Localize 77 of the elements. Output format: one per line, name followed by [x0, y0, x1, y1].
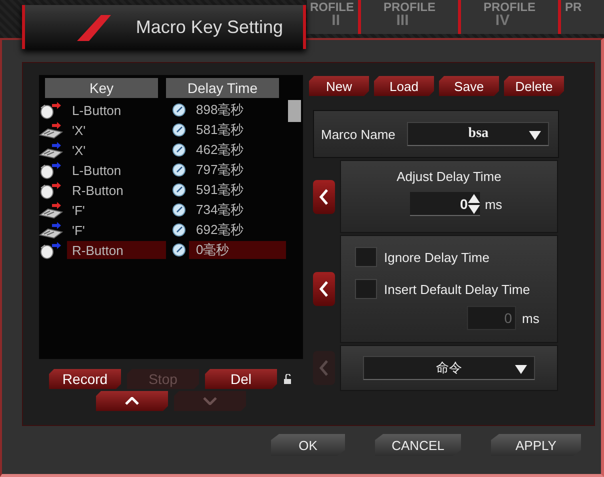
profile-tab-label: PROFILE — [483, 0, 536, 14]
profile-tab-number: IV — [495, 14, 511, 28]
delay-spin-field[interactable]: 0 — [410, 192, 480, 216]
keyboard-icon — [39, 141, 63, 159]
file-button[interactable]: Delete — [504, 76, 564, 96]
delay-cell[interactable]: 462毫秒 — [189, 141, 286, 159]
macro-name-label: Marco Name — [321, 126, 396, 142]
keyboard-icon — [39, 121, 63, 139]
clock-icon — [172, 223, 186, 237]
list-button[interactable]: Del — [205, 369, 277, 389]
profile-tab[interactable]: PROFILE III — [361, 0, 461, 34]
checkbox-label: Ignore Delay Time — [384, 250, 490, 264]
delay-cell[interactable]: 692毫秒 — [189, 221, 286, 239]
key-cell[interactable]: 'X' — [67, 141, 166, 159]
key-cell[interactable]: L-Button — [67, 161, 166, 179]
keyboard-icon — [39, 221, 63, 239]
command-dropdown[interactable]: 命令 — [363, 356, 535, 380]
checkbox[interactable] — [355, 247, 377, 267]
list-button[interactable]: Record — [49, 369, 121, 389]
mouse-icon — [39, 101, 63, 119]
clock-icon — [172, 143, 186, 157]
key-cell[interactable]: 'F' — [67, 221, 166, 239]
delay-cell[interactable]: 898毫秒 — [189, 101, 286, 119]
spin-arrows-icon[interactable] — [468, 192, 480, 214]
delay-cell[interactable]: 734毫秒 — [189, 201, 286, 219]
mouse-icon — [39, 241, 63, 259]
chevron-up-icon — [125, 397, 139, 405]
profile-tab-number: II — [332, 14, 341, 28]
mouse-icon — [39, 161, 63, 179]
clock-icon — [172, 183, 186, 197]
delay-cell[interactable]: 797毫秒 — [189, 161, 286, 179]
unit-label: ms — [522, 310, 540, 326]
unit-label: ms — [484, 196, 502, 212]
dialog-button[interactable]: OK — [271, 434, 345, 456]
key-cell[interactable]: L-Button — [67, 101, 166, 119]
caret-icon — [515, 365, 527, 374]
window-title: Macro Key Setting — [136, 16, 283, 38]
slash-icon — [75, 15, 111, 41]
column-header: Delay Time — [166, 78, 279, 98]
keyboard-icon — [39, 201, 63, 219]
apply-arrow-button[interactable] — [313, 272, 335, 306]
checkbox[interactable] — [355, 279, 377, 299]
clock-icon — [172, 203, 186, 217]
profile-tab-label: PROFILE — [383, 0, 436, 14]
adjust-delay-label: Adjust Delay Time — [396, 169, 502, 184]
dialog-button[interactable]: CANCEL — [375, 434, 461, 456]
scroll-thumb[interactable] — [288, 100, 301, 122]
apply-arrow-button[interactable] — [313, 180, 335, 214]
key-cell[interactable]: R-Button — [67, 241, 166, 259]
file-button[interactable]: Load — [374, 76, 434, 96]
macro-name-dropdown[interactable]: bsa — [407, 122, 550, 146]
profile-tab[interactable]: PROFILE IV — [461, 0, 561, 34]
clock-icon — [172, 123, 186, 137]
key-cell[interactable]: 'F' — [67, 201, 166, 219]
move-up-button[interactable] — [96, 391, 168, 411]
profile-tab-number: III — [396, 14, 410, 28]
mouse-icon — [39, 181, 63, 199]
key-cell[interactable]: R-Button — [67, 181, 166, 199]
lock-icon — [283, 374, 293, 384]
delay-cell[interactable]: 591毫秒 — [189, 181, 286, 199]
file-button[interactable]: New — [309, 76, 369, 96]
dialog-button[interactable]: APPLY — [491, 434, 581, 456]
file-button[interactable]: Save — [439, 76, 499, 96]
key-cell[interactable]: 'X' — [67, 121, 166, 139]
checkbox-label: Insert Default Delay Time — [384, 282, 530, 296]
column-header: Key — [45, 78, 158, 98]
chevron-down-icon — [203, 397, 217, 405]
delay-cell[interactable]: 581毫秒 — [189, 121, 286, 139]
clock-icon — [172, 243, 186, 257]
profile-tab[interactable]: ROFILE II — [307, 0, 361, 34]
clock-icon — [172, 163, 186, 177]
profile-tab-label: PR — [565, 0, 582, 14]
delay-cell[interactable]: 0毫秒 — [189, 241, 286, 259]
caret-icon — [529, 131, 542, 140]
profile-tab-label: ROFILE — [310, 0, 354, 14]
clock-icon — [172, 103, 186, 117]
profile-tab[interactable]: PR — [561, 0, 604, 34]
